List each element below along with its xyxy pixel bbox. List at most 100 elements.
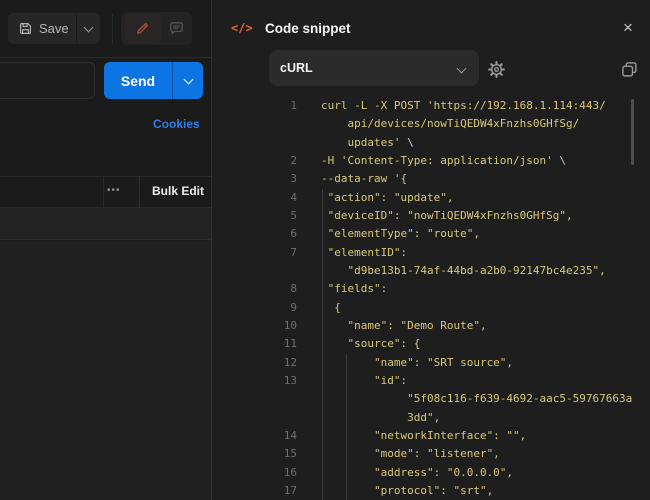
line-number: 5 (212, 207, 297, 225)
send-options-button[interactable] (173, 62, 203, 99)
code-text: "5f08c116-f639-4692-aac5-59767663a (321, 390, 632, 408)
code-text: "name": "SRT source", (321, 354, 513, 372)
table-header-top-border (0, 176, 211, 177)
code-snippet-panel: </> Code snippet × cURL (211, 0, 650, 500)
line-number: 12 (212, 354, 297, 372)
code-text: api/devices/nowTiQEDW4xFnzhs0GHfSg/ (321, 115, 579, 133)
save-options-button[interactable] (77, 13, 100, 44)
floppy-icon (19, 22, 32, 35)
code-line: 10 "name": "Demo Route", (212, 317, 650, 335)
language-select-value: cURL (280, 61, 458, 75)
line-number: 8 (212, 280, 297, 298)
code-line: "5f08c116-f639-4692-aac5-59767663a (212, 390, 650, 408)
pencil-icon (135, 21, 150, 36)
send-button-label: Send (121, 73, 155, 89)
line-number (212, 409, 297, 427)
more-options-icon[interactable]: ••• (107, 185, 121, 196)
toolbar-divider (112, 14, 113, 44)
line-number: 13 (212, 372, 297, 390)
code-line: 7 "elementID": (212, 244, 650, 262)
code-text: "id": (321, 372, 407, 390)
code-text: curl -L -X POST 'https://192.168.1.114:4… (321, 97, 606, 115)
settings-button[interactable] (484, 58, 508, 80)
chevron-down-icon (84, 22, 94, 32)
code-text: updates' \ (321, 134, 414, 152)
line-number: 16 (212, 464, 297, 482)
code-line: 6 "elementType": "route", (212, 225, 650, 243)
line-number: 17 (212, 482, 297, 500)
comment-button[interactable] (161, 21, 192, 36)
indent-guide (322, 189, 323, 500)
line-number: 9 (212, 299, 297, 317)
code-text: "action": "update", (321, 189, 453, 207)
app-window: Save (0, 0, 650, 500)
cookies-link[interactable]: Cookies (153, 117, 200, 131)
code-text: "fields": (321, 280, 387, 298)
line-number: 3 (212, 170, 297, 188)
code-line: 12 "name": "SRT source", (212, 354, 650, 372)
bulk-edit-button[interactable]: Bulk Edit (152, 184, 204, 198)
code-text: "mode": "listener", (321, 445, 500, 463)
code-icon: </> (231, 21, 253, 35)
code-line: 5 "deviceID": "nowTiQEDW4xFnzhs0GHfSg", (212, 207, 650, 225)
code-line: 1 curl -L -X POST 'https://192.168.1.114:… (212, 97, 650, 115)
code-text: "elementType": "route", (321, 225, 480, 243)
code-text: 3dd", (321, 409, 440, 427)
code-text: "address": "0.0.0.0", (321, 464, 513, 482)
code-text: -H 'Content-Type: application/json' \ (321, 152, 566, 170)
code-line: 13 "id": (212, 372, 650, 390)
code-line: 14 "networkInterface": "", (212, 427, 650, 445)
line-number: 10 (212, 317, 297, 335)
table-row[interactable] (0, 208, 211, 240)
code-text: "deviceID": "nowTiQEDW4xFnzhs0GHfSg", (321, 207, 573, 225)
code-text: "name": "Demo Route", (321, 317, 487, 335)
line-number: 4 (212, 189, 297, 207)
copy-button[interactable] (617, 58, 641, 80)
url-input[interactable] (0, 62, 95, 99)
table-body-area (0, 241, 211, 500)
chevron-down-icon (183, 74, 193, 84)
request-panel: Save (0, 0, 211, 500)
code-block: 1 curl -L -X POST 'https://192.168.1.114:… (212, 97, 650, 500)
save-button-label: Save (39, 21, 69, 36)
edit-button[interactable] (124, 14, 161, 43)
code-line: 15 "mode": "listener", (212, 445, 650, 463)
code-line: 16 "address": "0.0.0.0", (212, 464, 650, 482)
code-line: api/devices/nowTiQEDW4xFnzhs0GHfSg/ (212, 115, 650, 133)
code-line: 9 { (212, 299, 650, 317)
code-text: { (321, 299, 341, 317)
line-number: 14 (212, 427, 297, 445)
language-select[interactable]: cURL (269, 50, 479, 86)
line-number (212, 390, 297, 408)
panel-title: Code snippet (265, 21, 351, 36)
send-button-group: Send (104, 62, 203, 99)
line-number: 1 (212, 97, 297, 115)
code-line: 3 --data-raw '{ (212, 170, 650, 188)
code-text: --data-raw '{ (321, 170, 407, 188)
code-text: "source": { (321, 335, 420, 353)
indent-guide (346, 354, 347, 500)
save-button-group: Save (8, 13, 100, 44)
code-line: "d9be13b1-74af-44bd-a2b0-92147bc4e235", (212, 262, 650, 280)
table-column-divider (139, 177, 140, 207)
code-line: 4 "action": "update", (212, 189, 650, 207)
code-line: 8 "fields": (212, 280, 650, 298)
code-line: 17 "protocol": "srt", (212, 482, 650, 500)
line-number: 11 (212, 335, 297, 353)
code-line: 11 "source": { (212, 335, 650, 353)
close-icon[interactable]: × (616, 16, 640, 40)
code-line: updates' \ (212, 134, 650, 152)
line-number: 15 (212, 445, 297, 463)
save-button[interactable]: Save (8, 13, 76, 44)
line-number: 7 (212, 244, 297, 262)
line-number (212, 262, 297, 280)
line-number (212, 134, 297, 152)
code-lines: 1 curl -L -X POST 'https://192.168.1.114:… (212, 97, 650, 500)
code-scrollbar[interactable] (631, 99, 634, 165)
code-text: "d9be13b1-74af-44bd-a2b0-92147bc4e235", (321, 262, 606, 280)
send-button[interactable]: Send (104, 62, 172, 99)
line-number: 2 (212, 152, 297, 170)
copy-icon (621, 61, 638, 78)
comment-icon (169, 21, 184, 36)
toolbar-bottom-divider (0, 57, 211, 58)
